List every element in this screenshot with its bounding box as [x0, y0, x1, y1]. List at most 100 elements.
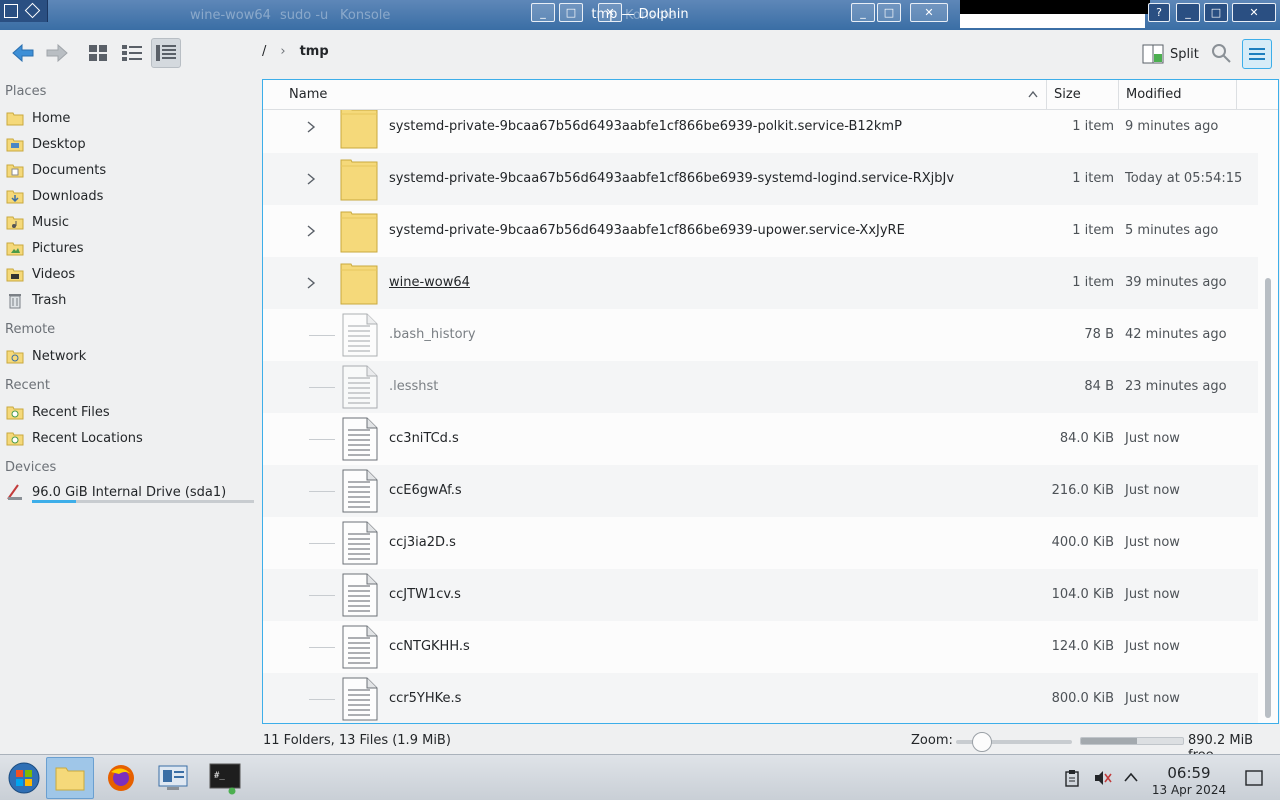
file-size: 1 item — [1072, 223, 1114, 238]
close-button[interactable]: ✕ — [598, 3, 622, 22]
file-row[interactable]: systemd-private-9bcaa67b56d6493aabfe1cf8… — [263, 153, 1258, 205]
maximize-button[interactable]: □ — [877, 3, 901, 22]
file-size: 1 item — [1072, 275, 1114, 290]
sidebar-item-label: Music — [32, 214, 69, 230]
sidebar-item-desktop[interactable]: Desktop — [6, 133, 86, 155]
taskbar-item-dolphin[interactable] — [46, 757, 94, 799]
clock-date[interactable]: 13 Apr 2024 — [1148, 783, 1230, 797]
taskbar-item-konsole[interactable]: #_ — [201, 757, 249, 799]
column-header-modified[interactable]: Modified — [1119, 80, 1237, 110]
file-size: 124.0 KiB — [1051, 639, 1114, 654]
details-view-button[interactable] — [151, 38, 181, 68]
back-button[interactable] — [8, 38, 38, 68]
taskbar-item-firefox[interactable] — [97, 757, 145, 799]
file-row[interactable]: .lesshst 84 B 23 minutes ago — [263, 361, 1258, 413]
tree-connector — [309, 647, 335, 648]
folder-icon — [340, 211, 378, 253]
column-name-label: Name — [289, 87, 328, 102]
file-modified: Today at 05:54:15 — [1125, 171, 1243, 186]
sidebar-item-pictures[interactable]: Pictures — [6, 237, 83, 259]
chevron-right-icon[interactable] — [305, 276, 317, 290]
breadcrumb: / › tmp — [262, 44, 329, 59]
file-row[interactable]: wine-wow64 1 item 39 minutes ago — [263, 257, 1258, 309]
start-menu-button[interactable] — [0, 757, 48, 799]
sidebar-item-network[interactable]: Network — [6, 345, 86, 367]
chevron-right-icon[interactable] — [305, 172, 317, 186]
zoom-slider-handle[interactable] — [972, 732, 992, 752]
volume-muted-icon[interactable] — [1094, 770, 1112, 786]
scrollbar-thumb[interactable] — [1265, 278, 1271, 718]
sidebar-item-label: Videos — [32, 266, 76, 282]
split-view-icon — [1142, 44, 1164, 64]
sidebar-item-recent-files[interactable]: Recent Files — [6, 401, 110, 423]
file-name: .lesshst — [389, 379, 439, 394]
arrow-right-icon — [46, 43, 68, 63]
file-row[interactable]: cc3niTCd.s 84.0 KiB Just now — [263, 413, 1258, 465]
file-name: wine-wow64 — [389, 275, 470, 290]
close-button[interactable]: ✕ — [1232, 3, 1276, 22]
file-row[interactable]: ccE6gwAf.s 216.0 KiB Just now — [263, 465, 1258, 517]
breadcrumb-current[interactable]: tmp — [300, 44, 329, 59]
hamburger-menu-button[interactable] — [1242, 39, 1272, 69]
column-header-size[interactable]: Size — [1047, 80, 1119, 110]
sidebar-item-downloads[interactable]: Downloads — [6, 185, 103, 207]
tree-connector — [309, 543, 335, 544]
file-row[interactable]: ccj3ia2D.s 400.0 KiB Just now — [263, 517, 1258, 569]
clipboard-icon[interactable] — [1064, 769, 1080, 787]
chevron-right-icon[interactable] — [305, 120, 317, 134]
sidebar-item-home[interactable]: Home — [6, 107, 70, 129]
file-row[interactable]: .bash_history 78 B 42 minutes ago — [263, 309, 1258, 361]
forward-button[interactable] — [42, 38, 72, 68]
taskbar-item-settings[interactable] — [149, 757, 197, 799]
maximize-button[interactable]: □ — [559, 3, 583, 22]
file-size: 104.0 KiB — [1051, 587, 1114, 602]
breadcrumb-root[interactable]: / — [262, 44, 266, 59]
sidebar-item-documents[interactable]: Documents — [6, 159, 106, 181]
column-header-name[interactable]: Name — [282, 80, 1047, 110]
chevron-up-icon[interactable] — [1124, 772, 1138, 782]
clock-time[interactable]: 06:59 — [1160, 764, 1218, 782]
videos-folder-icon — [6, 268, 24, 282]
text-file-icon — [342, 365, 378, 409]
file-size: 84.0 KiB — [1059, 431, 1114, 446]
chevron-right-icon[interactable]: › — [280, 44, 285, 59]
help-button[interactable]: ? — [1148, 3, 1170, 22]
file-size: 1 item — [1072, 119, 1114, 134]
show-desktop-icon[interactable] — [1245, 770, 1263, 786]
sidebar-item-label: Recent Files — [32, 404, 110, 420]
file-modified: Just now — [1125, 691, 1180, 706]
close-button[interactable]: ✕ — [910, 3, 948, 22]
search-button[interactable] — [1210, 42, 1234, 66]
split-button[interactable]: Split — [1142, 42, 1199, 66]
icons-view-button[interactable] — [83, 38, 113, 68]
sidebar-item-videos[interactable]: Videos — [6, 263, 75, 285]
file-row[interactable]: systemd-private-9bcaa67b56d6493aabfe1cf8… — [263, 205, 1258, 257]
home-folder-icon — [6, 112, 24, 126]
sort-ascending-icon — [1028, 90, 1038, 98]
arrow-left-icon — [12, 43, 34, 63]
file-row[interactable]: systemd-private-9bcaa67b56d6493aabfe1cf8… — [263, 110, 1258, 153]
minimize-button[interactable]: _ — [1176, 3, 1200, 22]
sidebar-item-music[interactable]: Music — [6, 211, 69, 233]
file-view: Name Size Modified systemd-private-9bcaa… — [262, 79, 1279, 724]
file-row[interactable]: ccNTGKHH.s 124.0 KiB Just now — [263, 621, 1258, 673]
sidebar-item-trash[interactable]: Trash — [6, 289, 66, 311]
maximize-button[interactable]: □ — [1204, 3, 1228, 22]
folder-icon — [55, 767, 85, 791]
text-file-icon — [342, 417, 378, 461]
minimize-button[interactable]: _ — [851, 3, 875, 22]
file-list: systemd-private-9bcaa67b56d6493aabfe1cf8… — [263, 110, 1258, 723]
minimize-button[interactable]: _ — [531, 3, 555, 22]
file-name: ccE6gwAf.s — [389, 483, 462, 498]
file-name: ccj3ia2D.s — [389, 535, 456, 550]
free-space-bar — [1080, 737, 1184, 745]
file-row[interactable]: ccr5YHKe.s 800.0 KiB Just now — [263, 673, 1258, 723]
file-name: ccJTW1cv.s — [389, 587, 461, 602]
vertical-scrollbar[interactable] — [1258, 110, 1278, 723]
chevron-right-icon[interactable] — [305, 224, 317, 238]
file-modified: Just now — [1125, 483, 1180, 498]
sidebar-item-label: Documents — [32, 162, 107, 178]
file-row[interactable]: ccJTW1cv.s 104.0 KiB Just now — [263, 569, 1258, 621]
sidebar-item-recent-locations[interactable]: Recent Locations — [6, 427, 143, 449]
compact-view-button[interactable] — [117, 38, 147, 68]
